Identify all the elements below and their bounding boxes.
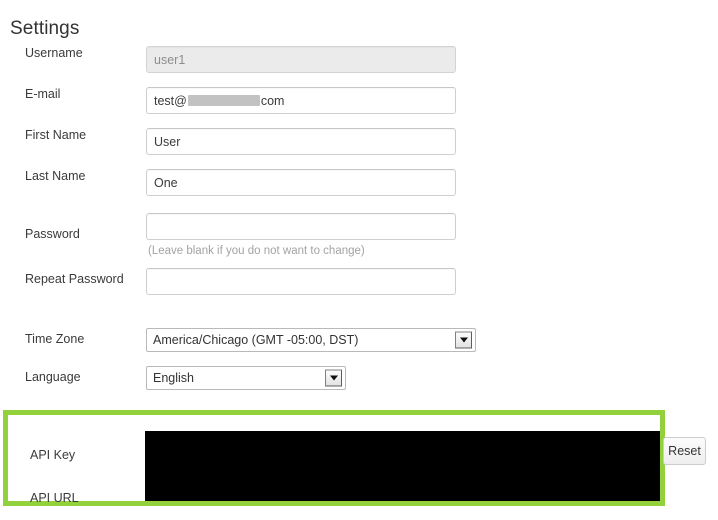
language-label: Language [25, 370, 81, 384]
username-input [146, 46, 456, 73]
api-section: API Key API URL [8, 415, 660, 505]
timezone-select[interactable]: America/Chicago (GMT -05:00, DST) [146, 328, 476, 352]
language-select[interactable]: English [146, 366, 346, 390]
api-values-redaction-mark [145, 431, 660, 501]
form-row-first-name: First Name [0, 128, 718, 169]
api-url-label: API URL [30, 491, 79, 505]
language-control: English [146, 366, 346, 390]
page-title: Settings [10, 17, 80, 39]
password-control [146, 213, 456, 240]
chevron-down-icon[interactable] [325, 369, 342, 387]
repeat-password-label: Repeat Password [25, 272, 124, 286]
settings-page: Settings Username E-mail test@ com First… [0, 0, 718, 520]
timezone-control: America/Chicago (GMT -05:00, DST) [146, 328, 476, 352]
first-name-label: First Name [25, 128, 87, 142]
username-label: Username [25, 46, 83, 60]
last-name-label: Last Name [25, 169, 86, 183]
username-control [146, 46, 456, 73]
email-label: E-mail [25, 87, 61, 101]
first-name-control [146, 128, 456, 155]
email-redaction-mark [187, 95, 260, 106]
timezone-selected-value: America/Chicago (GMT -05:00, DST) [153, 333, 359, 347]
email-field[interactable]: test@ com [146, 87, 456, 114]
form-row-last-name: Last Name [0, 169, 718, 210]
last-name-control [146, 169, 456, 196]
form-row-password: Password (Leave blank if you do not want… [0, 210, 718, 268]
form-row-repeat-password: Repeat Password [0, 268, 718, 312]
form-row-timezone: Time Zone America/Chicago (GMT -05:00, D… [0, 328, 718, 366]
form-row-username: Username [0, 46, 718, 87]
password-label: Password [25, 227, 80, 241]
api-section-highlight: API Key API URL [3, 410, 665, 506]
repeat-password-input[interactable] [146, 268, 456, 295]
email-value-suffix: com [260, 93, 285, 108]
api-key-label: API Key [30, 448, 76, 462]
email-control[interactable]: test@ com [146, 87, 456, 114]
form-row-email: E-mail test@ com [0, 87, 718, 128]
language-selected-value: English [153, 371, 194, 385]
email-value-prefix: test@ [154, 93, 187, 108]
password-hint: (Leave blank if you do not want to chang… [148, 245, 365, 257]
password-input[interactable] [146, 213, 456, 240]
last-name-input[interactable] [146, 169, 456, 196]
timezone-label: Time Zone [25, 332, 85, 346]
first-name-input[interactable] [146, 128, 456, 155]
repeat-password-control [146, 268, 456, 295]
chevron-down-icon[interactable] [455, 331, 472, 349]
reset-button[interactable]: Reset [663, 437, 706, 465]
settings-form: Username E-mail test@ com First Name [0, 46, 718, 404]
form-row-language: Language English [0, 366, 718, 404]
